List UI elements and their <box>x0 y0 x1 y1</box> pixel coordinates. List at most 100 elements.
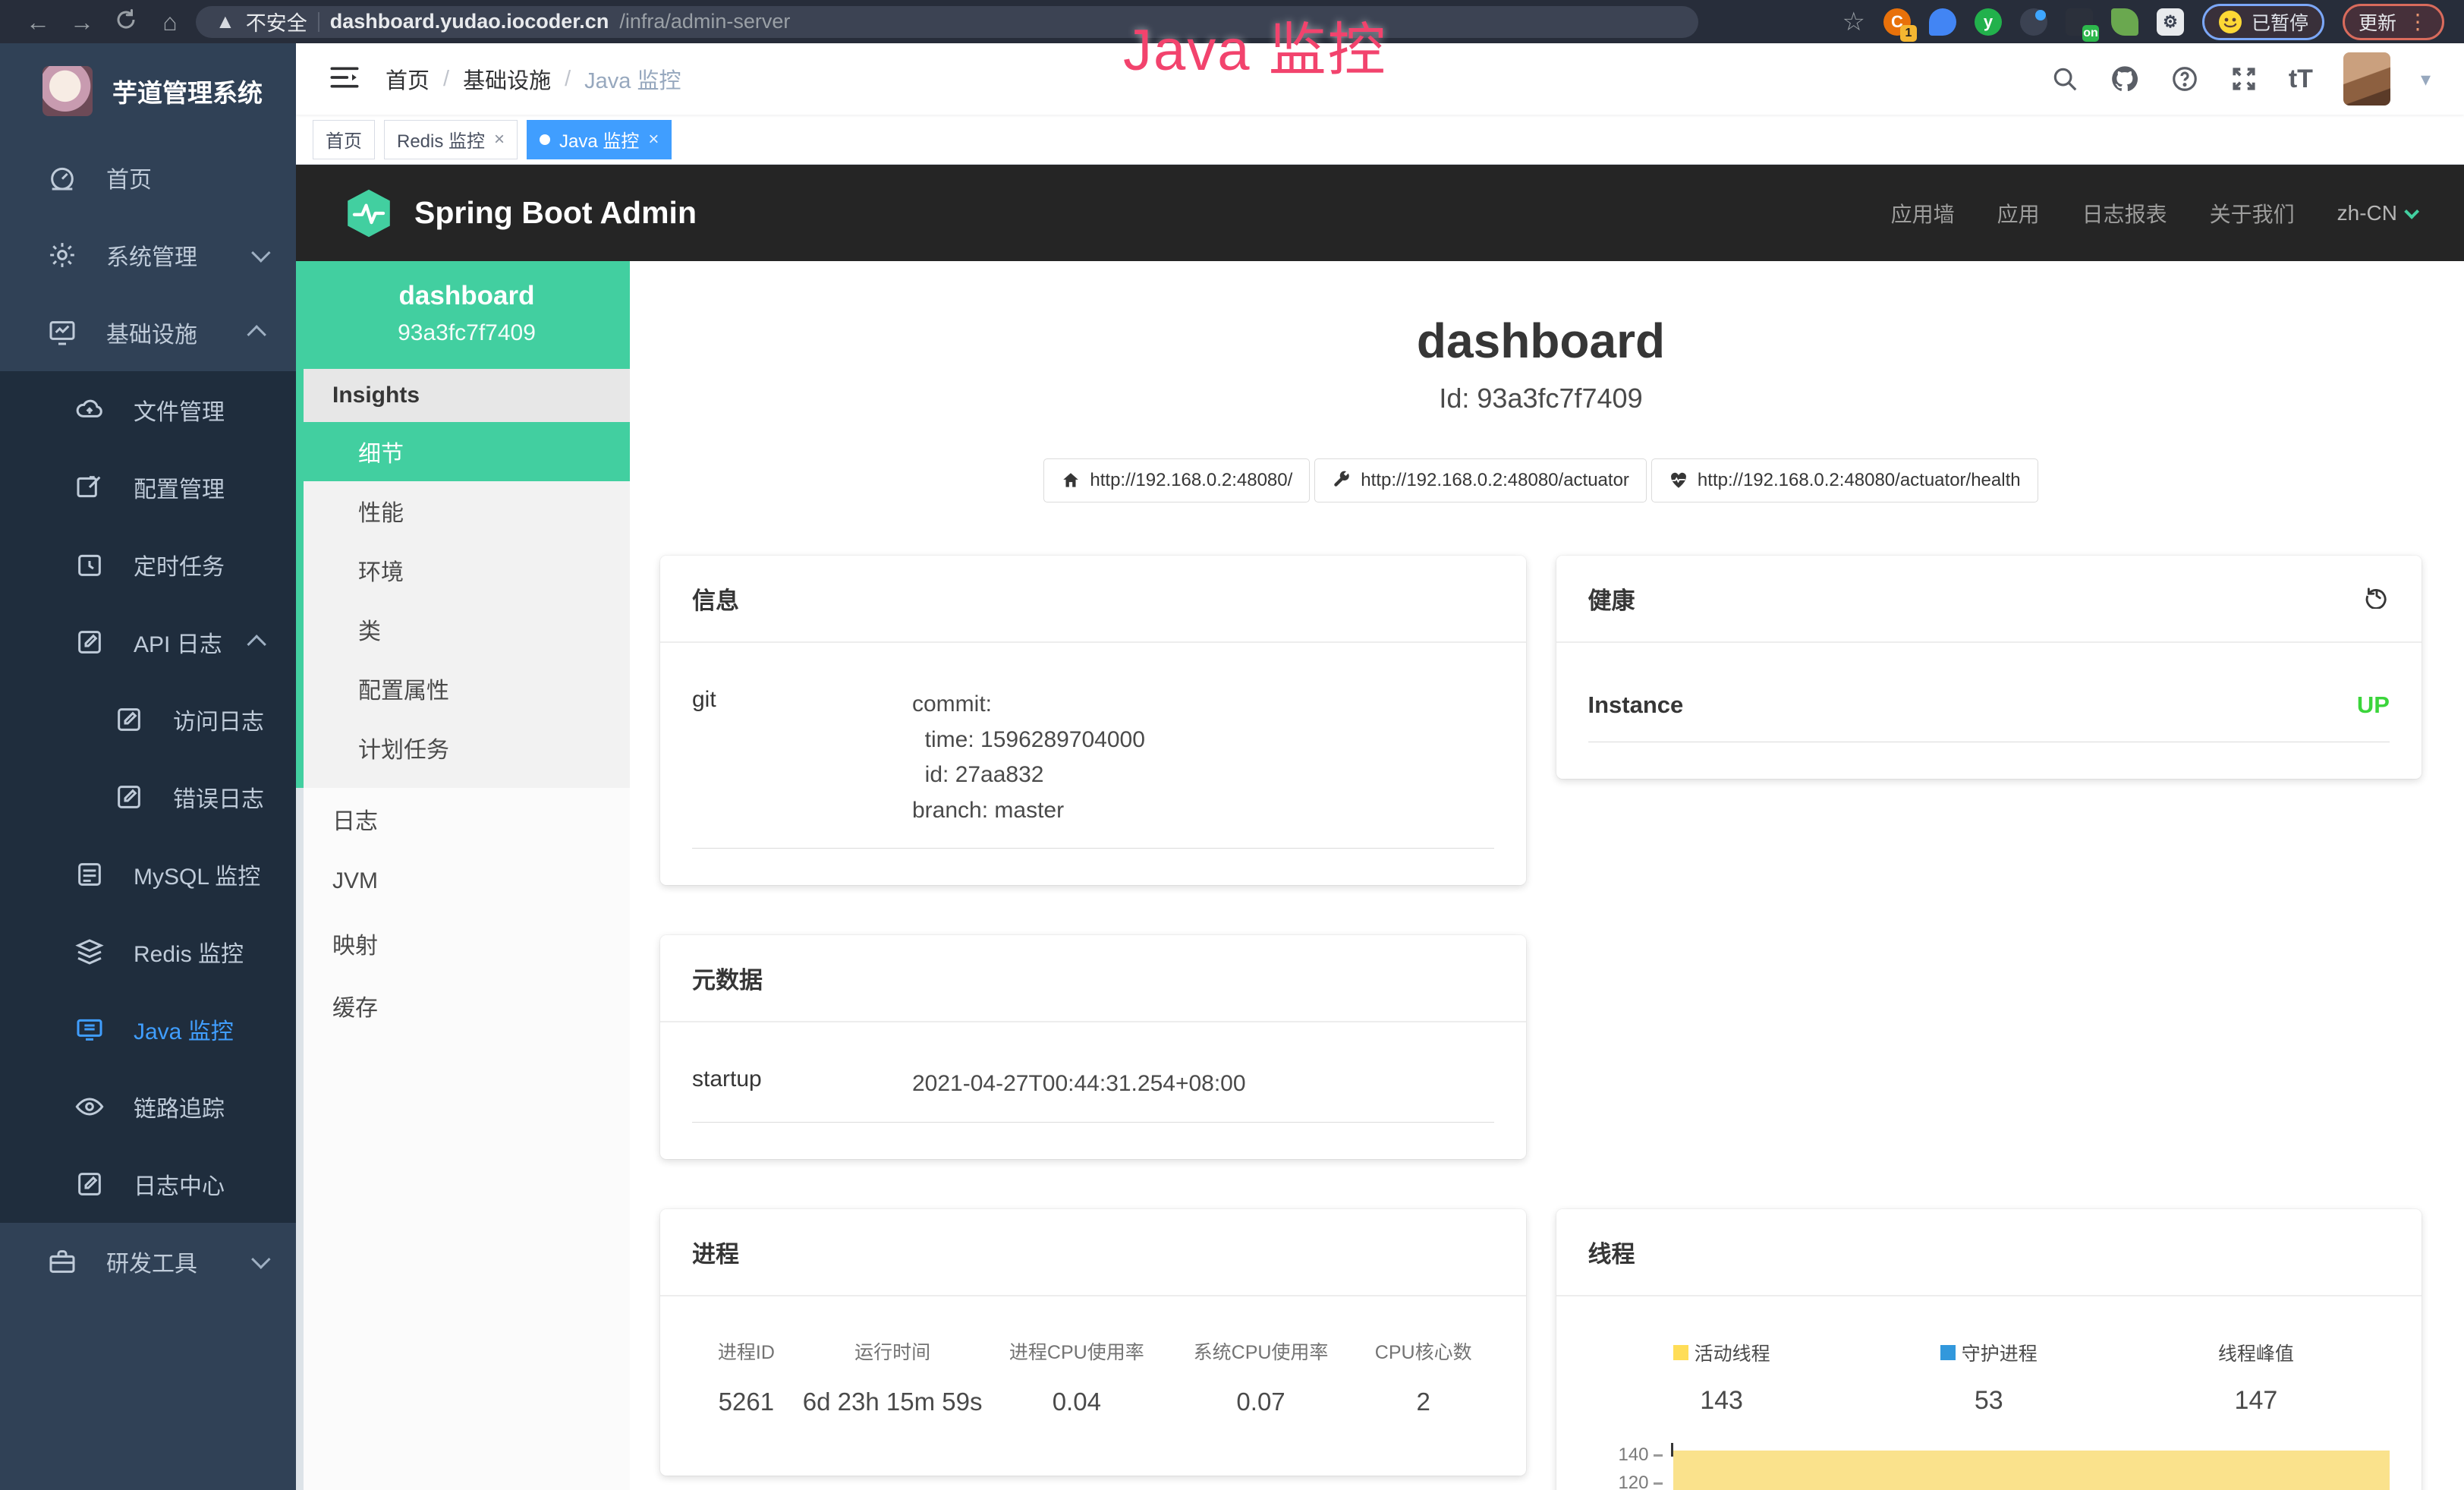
user-menu-caret-icon[interactable]: ▾ <box>2421 68 2431 91</box>
sidebar-item-devtools[interactable]: 研发工具 <box>0 1223 296 1300</box>
sidebar-item-tracing[interactable]: 链路追踪 <box>0 1068 296 1145</box>
url-domain: dashboard.yudao.iocoder.cn <box>330 10 609 33</box>
extension-colorzilla-icon[interactable]: C1 <box>1883 8 1911 36</box>
sba-nav-applications[interactable]: 应用 <box>1997 198 2040 228</box>
sidebar-item-log-center[interactable]: 日志中心 <box>0 1145 296 1223</box>
sba-item-scheduled-tasks[interactable]: 计划任务 <box>304 718 630 777</box>
legend-label: 守护进程 <box>1962 1339 2038 1366</box>
card-title: 线程 <box>1588 1235 1635 1269</box>
omnibox-divider <box>318 12 319 32</box>
sidebar-item-mysql-monitor[interactable]: MySQL 监控 <box>0 836 296 913</box>
sidebar-item-label: API 日志 <box>134 625 222 659</box>
sba-nav-journal[interactable]: 日志报表 <box>2082 198 2167 228</box>
address-bar[interactable]: ▲️ 不安全 dashboard.yudao.iocoder.cn/infra/… <box>196 6 1698 38</box>
sidebar-item-system[interactable]: 系统管理 <box>0 216 296 294</box>
tag-home[interactable]: 首页 <box>313 120 375 159</box>
sba-item-details[interactable]: 细节 <box>304 422 630 481</box>
log-edit-icon <box>114 704 144 735</box>
sba-item-logfile[interactable]: 日志 <box>304 788 630 850</box>
sba-item-classes[interactable]: 类 <box>304 600 630 659</box>
bookmark-star-icon[interactable]: ☆ <box>1842 7 1865 37</box>
health-url-label: http://192.168.0.2:48080/actuator/health <box>1698 470 2021 491</box>
table-row: Instance UP <box>1588 664 2390 742</box>
actuator-url-button[interactable]: http://192.168.0.2:48080/actuator <box>1314 458 1647 502</box>
cell-value: 6d 23h 15m 59s <box>801 1388 985 1416</box>
health-history-icon[interactable] <box>2364 583 2390 615</box>
sidebar-item-api-log[interactable]: API 日志 <box>0 603 296 681</box>
health-url-button[interactable]: http://192.168.0.2:48080/actuator/health <box>1651 458 2038 502</box>
browser-update-button[interactable]: 更新 ⋮ <box>2343 4 2444 40</box>
sba-item-jvm[interactable]: JVM <box>304 850 630 912</box>
sba-sidebar-filler <box>304 1037 630 1490</box>
sba-nav-wallboard[interactable]: 应用墙 <box>1891 198 1955 228</box>
home-icon[interactable]: ⌂ <box>152 10 188 34</box>
sba-item-mappings[interactable]: 映射 <box>304 912 630 975</box>
cell-value: 5261 <box>692 1388 801 1416</box>
sidebar-item-label: 研发工具 <box>106 1245 197 1278</box>
user-avatar[interactable] <box>2343 52 2390 106</box>
service-url-label: http://192.168.0.2:48080/ <box>1090 470 1292 491</box>
app-logo-row[interactable]: 芋道管理系统 <box>0 43 296 139</box>
column-header: 系统CPU使用率 <box>1169 1337 1353 1365</box>
tag-close-icon[interactable]: × <box>648 129 659 150</box>
profile-paused-pill[interactable]: 已暂停 <box>2202 4 2324 40</box>
database-icon <box>74 859 105 890</box>
help-icon[interactable] <box>2170 65 2199 93</box>
font-size-icon[interactable]: tT <box>2289 65 2313 94</box>
extension-pin-icon[interactable] <box>1929 8 1956 36</box>
sba-nav-about[interactable]: 关于我们 <box>2210 198 2295 228</box>
breadcrumb-home[interactable]: 首页 <box>385 63 430 95</box>
legend-item-daemon: 守护进程 53 <box>1855 1339 2123 1416</box>
sidebar-item-access-log[interactable]: 访问日志 <box>0 681 296 758</box>
back-icon[interactable]: ← <box>20 10 56 34</box>
breadcrumb-infra[interactable]: 基础设施 <box>463 63 551 95</box>
sba-item-caches[interactable]: 缓存 <box>304 975 630 1037</box>
sba-instance-name: dashboard <box>311 281 622 311</box>
forward-icon[interactable]: → <box>64 10 100 34</box>
app-logo-image <box>42 66 93 116</box>
browser-menu-icon[interactable]: ⋮ <box>2407 9 2428 34</box>
sba-instance-id: 93a3fc7f7409 <box>311 320 622 346</box>
log-edit-icon <box>114 782 144 812</box>
sidebar-item-scheduled-jobs[interactable]: 定时任务 <box>0 526 296 603</box>
active-tag-dot <box>540 134 550 145</box>
extension-leaf-icon[interactable] <box>2111 8 2138 36</box>
instance-url-buttons: http://192.168.0.2:48080/ http://192.168… <box>660 458 2422 502</box>
sba-item-config-props[interactable]: 配置属性 <box>304 659 630 718</box>
infra-submenu: 文件管理 配置管理 定时任务 API 日志 访问日志 <box>0 371 296 1223</box>
sidebar-item-file-manage[interactable]: 文件管理 <box>0 371 296 449</box>
sba-item-environment[interactable]: 环境 <box>304 540 630 600</box>
extension-badge: 1 <box>1900 25 1917 42</box>
fullscreen-icon[interactable] <box>2230 65 2258 93</box>
search-icon[interactable] <box>2050 65 2079 93</box>
gear-icon <box>47 240 77 270</box>
tag-java-monitor[interactable]: Java 监控 × <box>527 120 672 159</box>
metadata-card-body: startup 2021-04-27T00:44:31.254+08:00 <box>660 1022 1526 1159</box>
sidebar-item-redis-monitor[interactable]: Redis 监控 <box>0 913 296 991</box>
hamburger-icon[interactable] <box>329 65 360 94</box>
card-title: 元数据 <box>692 961 763 995</box>
tag-label: Java 监控 <box>559 126 639 153</box>
sba-item-metrics[interactable]: 性能 <box>304 481 630 540</box>
extension-switch-icon[interactable]: on <box>2066 8 2093 36</box>
sidebar-item-java-monitor[interactable]: Java 监控 <box>0 991 296 1068</box>
reload-icon[interactable] <box>108 8 144 35</box>
extensions-puzzle-icon[interactable]: ⚙ <box>2157 8 2184 36</box>
sba-language-select[interactable]: zh-CN <box>2337 201 2415 225</box>
tag-close-icon[interactable]: × <box>494 129 505 150</box>
sba-section-insights[interactable]: Insights <box>304 369 630 422</box>
tag-redis-monitor[interactable]: Redis 监控× <box>384 120 518 159</box>
extension-grid-icon[interactable] <box>2020 8 2047 36</box>
extension-y-icon[interactable]: y <box>1975 8 2002 36</box>
service-url-button[interactable]: http://192.168.0.2:48080/ <box>1043 458 1310 502</box>
sba-instance-header[interactable]: dashboard 93a3fc7f7409 <box>304 261 630 369</box>
table-row: startup 2021-04-27T00:44:31.254+08:00 <box>692 1044 1494 1123</box>
github-icon[interactable] <box>2110 64 2140 94</box>
security-label: 不安全 <box>246 7 307 36</box>
sba-brand[interactable]: Spring Boot Admin <box>345 188 697 238</box>
sidebar-item-error-log[interactable]: 错误日志 <box>0 758 296 836</box>
sidebar-item-infra[interactable]: 基础设施 <box>0 294 296 371</box>
sidebar-item-config-manage[interactable]: 配置管理 <box>0 449 296 526</box>
sidebar-item-home[interactable]: 首页 <box>0 139 296 216</box>
sba-active-section: dashboard 93a3fc7f7409 Insights 细节 性能 环境… <box>296 261 630 788</box>
